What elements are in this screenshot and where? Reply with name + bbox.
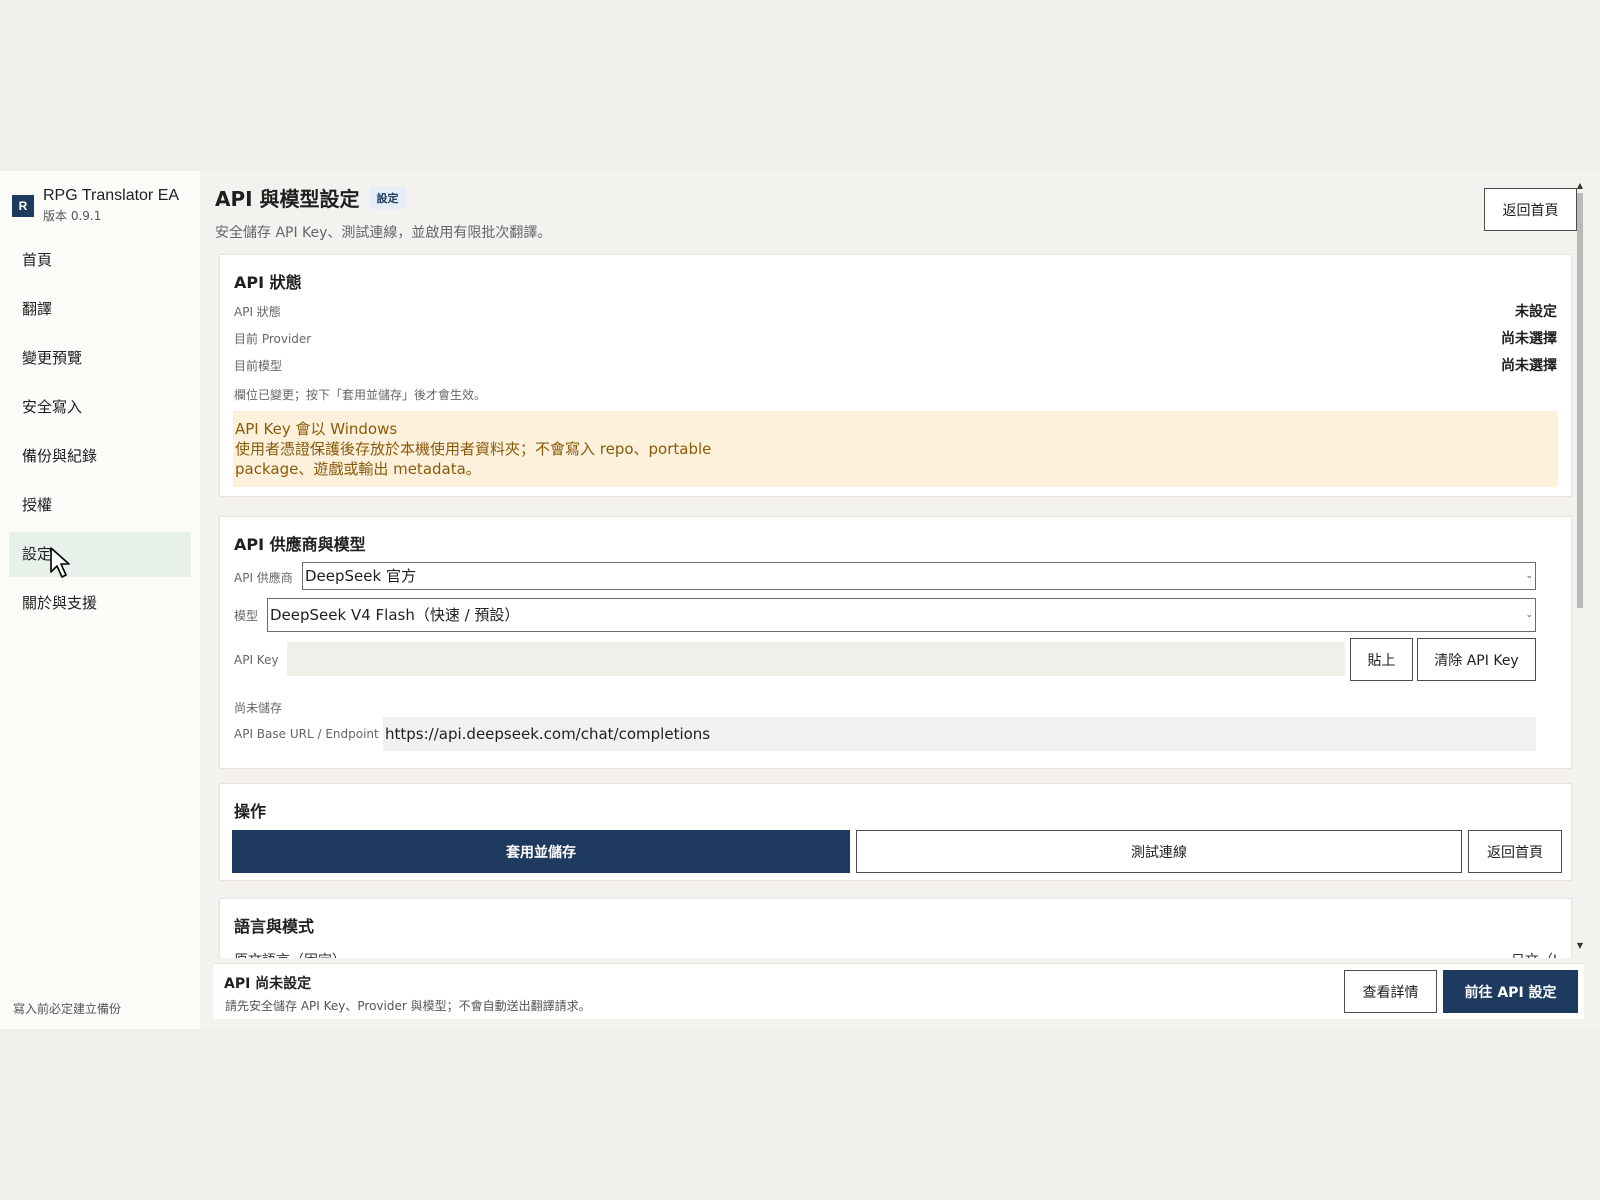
sidebar-item-safe-write[interactable]: 安全寫入 — [9, 385, 191, 430]
sidebar-item-about-support[interactable]: 關於與支援 — [9, 581, 191, 626]
model-row: 目前模型 尚未選擇 — [234, 355, 1557, 375]
changes-pending-note: 欄位已變更；按下「套用並儲存」後才會生效。 — [234, 388, 487, 402]
app-version: 版本 0.9.1 — [43, 209, 102, 223]
scroll-down-icon[interactable]: ▼ — [1576, 941, 1584, 951]
sidebar-item-change-preview[interactable]: 變更預覽 — [9, 336, 191, 381]
endpoint-input[interactable]: https://api.deepseek.com/chat/completion… — [383, 717, 1536, 751]
page-badge: 設定 — [369, 186, 406, 209]
warning-line: API Key 會以 Windows — [235, 420, 398, 438]
apply-save-button[interactable]: 套用並儲存 — [232, 830, 850, 873]
model-label: 目前模型 — [234, 358, 283, 373]
chevron-down-icon: ⌄ — [1525, 571, 1533, 581]
return-home-button[interactable]: 返回首頁 — [1468, 830, 1562, 873]
sidebar-nav: 首頁 翻譯 變更預覽 安全寫入 備份與紀錄 授權 設定 關於與支援 — [9, 238, 191, 630]
warning-line: package、遊戲或輸出 metadata。 — [235, 460, 481, 478]
sidebar: R RPG Translator EA 版本 0.9.1 首頁 翻譯 變更預覽 … — [0, 171, 200, 1029]
api-key-storage-warning: API Key 會以 Windows 使用者憑證保護後存放於本機使用者資料夾；不… — [233, 411, 1558, 487]
language-row-value: 日文（J — [1511, 950, 1557, 958]
provider-field-label: API 供應商 — [234, 571, 293, 585]
status-bar-description: 請先安全儲存 API Key、Provider 與模型；不會自動送出翻譯請求。 — [225, 999, 591, 1013]
scroll-thumb[interactable] — [1577, 193, 1583, 608]
model-field-label: 模型 — [234, 609, 259, 623]
api-status-bar: API 尚未設定 請先安全儲存 API Key、Provider 與模型；不會自… — [213, 963, 1584, 1019]
card-title: 語言與模式 — [234, 917, 315, 936]
model-select[interactable]: DeepSeek V4 Flash（快速 / 預設） ⌄ — [267, 598, 1536, 632]
app-name: RPG Translator EA — [43, 187, 180, 204]
main-content: API 與模型設定 設定 安全儲存 API Key、測試連線，並啟用有限批次翻譯… — [201, 171, 1586, 1029]
scrollbar[interactable]: ▲ ▼ — [1576, 181, 1584, 951]
paste-button[interactable]: 貼上 — [1350, 638, 1413, 681]
header-home-button[interactable]: 返回首頁 — [1484, 188, 1577, 231]
page-header: API 與模型設定 設定 安全儲存 API Key、測試連線，並啟用有限批次翻譯… — [215, 183, 551, 242]
status-label: API 狀態 — [234, 304, 281, 319]
scroll-up-icon[interactable]: ▲ — [1576, 181, 1584, 191]
sidebar-item-backup-logs[interactable]: 備份與紀錄 — [9, 434, 191, 479]
brand: R RPG Translator EA 版本 0.9.1 — [12, 185, 179, 225]
sidebar-footer-note: 寫入前必定建立備份 — [13, 1002, 122, 1016]
provider-model-card: API 供應商與模型 API 供應商 DeepSeek 官方 ⌄ 模型 Deep… — [219, 516, 1572, 769]
page-title: API 與模型設定 — [215, 187, 360, 211]
view-details-button[interactable]: 查看詳情 — [1344, 970, 1437, 1013]
save-state-text: 尚未儲存 — [234, 701, 283, 715]
clear-api-key-button[interactable]: 清除 API Key — [1417, 638, 1536, 681]
sidebar-item-license[interactable]: 授權 — [9, 483, 191, 528]
chevron-down-icon: ⌄ — [1525, 610, 1533, 620]
sidebar-item-settings[interactable]: 設定 — [9, 532, 191, 577]
sidebar-item-home[interactable]: 首頁 — [9, 238, 191, 283]
api-status-card: API 狀態 API 狀態 未設定 目前 Provider 尚未選擇 目前模型 … — [219, 254, 1572, 497]
language-row: 原文語言（固定） 日文（J — [234, 950, 1557, 958]
actions-card: 操作 套用並儲存 測試連線 返回首頁 — [219, 783, 1572, 881]
model-select-value: DeepSeek V4 Flash（快速 / 預設） — [270, 606, 520, 624]
card-title: API 供應商與模型 — [234, 535, 366, 554]
provider-value: 尚未選擇 — [1501, 331, 1557, 347]
status-bar-title: API 尚未設定 — [224, 976, 312, 992]
app-logo-icon: R — [12, 195, 34, 217]
page-subtitle: 安全儲存 API Key、測試連線，並啟用有限批次翻譯。 — [215, 225, 552, 241]
provider-row: 目前 Provider 尚未選擇 — [234, 328, 1557, 348]
status-row: API 狀態 未設定 — [234, 301, 1557, 321]
language-row-label: 原文語言（固定） — [234, 950, 346, 958]
api-key-input[interactable] — [287, 642, 1345, 676]
sidebar-item-translate[interactable]: 翻譯 — [9, 287, 191, 332]
provider-select[interactable]: DeepSeek 官方 ⌄ — [302, 562, 1536, 590]
language-mode-card: 語言與模式 原文語言（固定） 日文（J — [219, 898, 1572, 958]
card-title: 操作 — [234, 802, 267, 821]
model-value: 尚未選擇 — [1501, 358, 1557, 374]
provider-select-value: DeepSeek 官方 — [305, 567, 416, 585]
test-connection-button[interactable]: 測試連線 — [856, 830, 1462, 873]
provider-label: 目前 Provider — [234, 331, 312, 346]
go-to-api-settings-button[interactable]: 前往 API 設定 — [1443, 970, 1578, 1013]
endpoint-field-label: API Base URL / Endpoint — [234, 727, 379, 741]
apikey-field-label: API Key — [234, 653, 279, 667]
status-value: 未設定 — [1515, 304, 1557, 320]
card-title: API 狀態 — [234, 273, 302, 292]
app-window: R RPG Translator EA 版本 0.9.1 首頁 翻譯 變更預覽 … — [0, 171, 1600, 1029]
warning-line: 使用者憑證保護後存放於本機使用者資料夾；不會寫入 repo、portable — [235, 440, 712, 458]
